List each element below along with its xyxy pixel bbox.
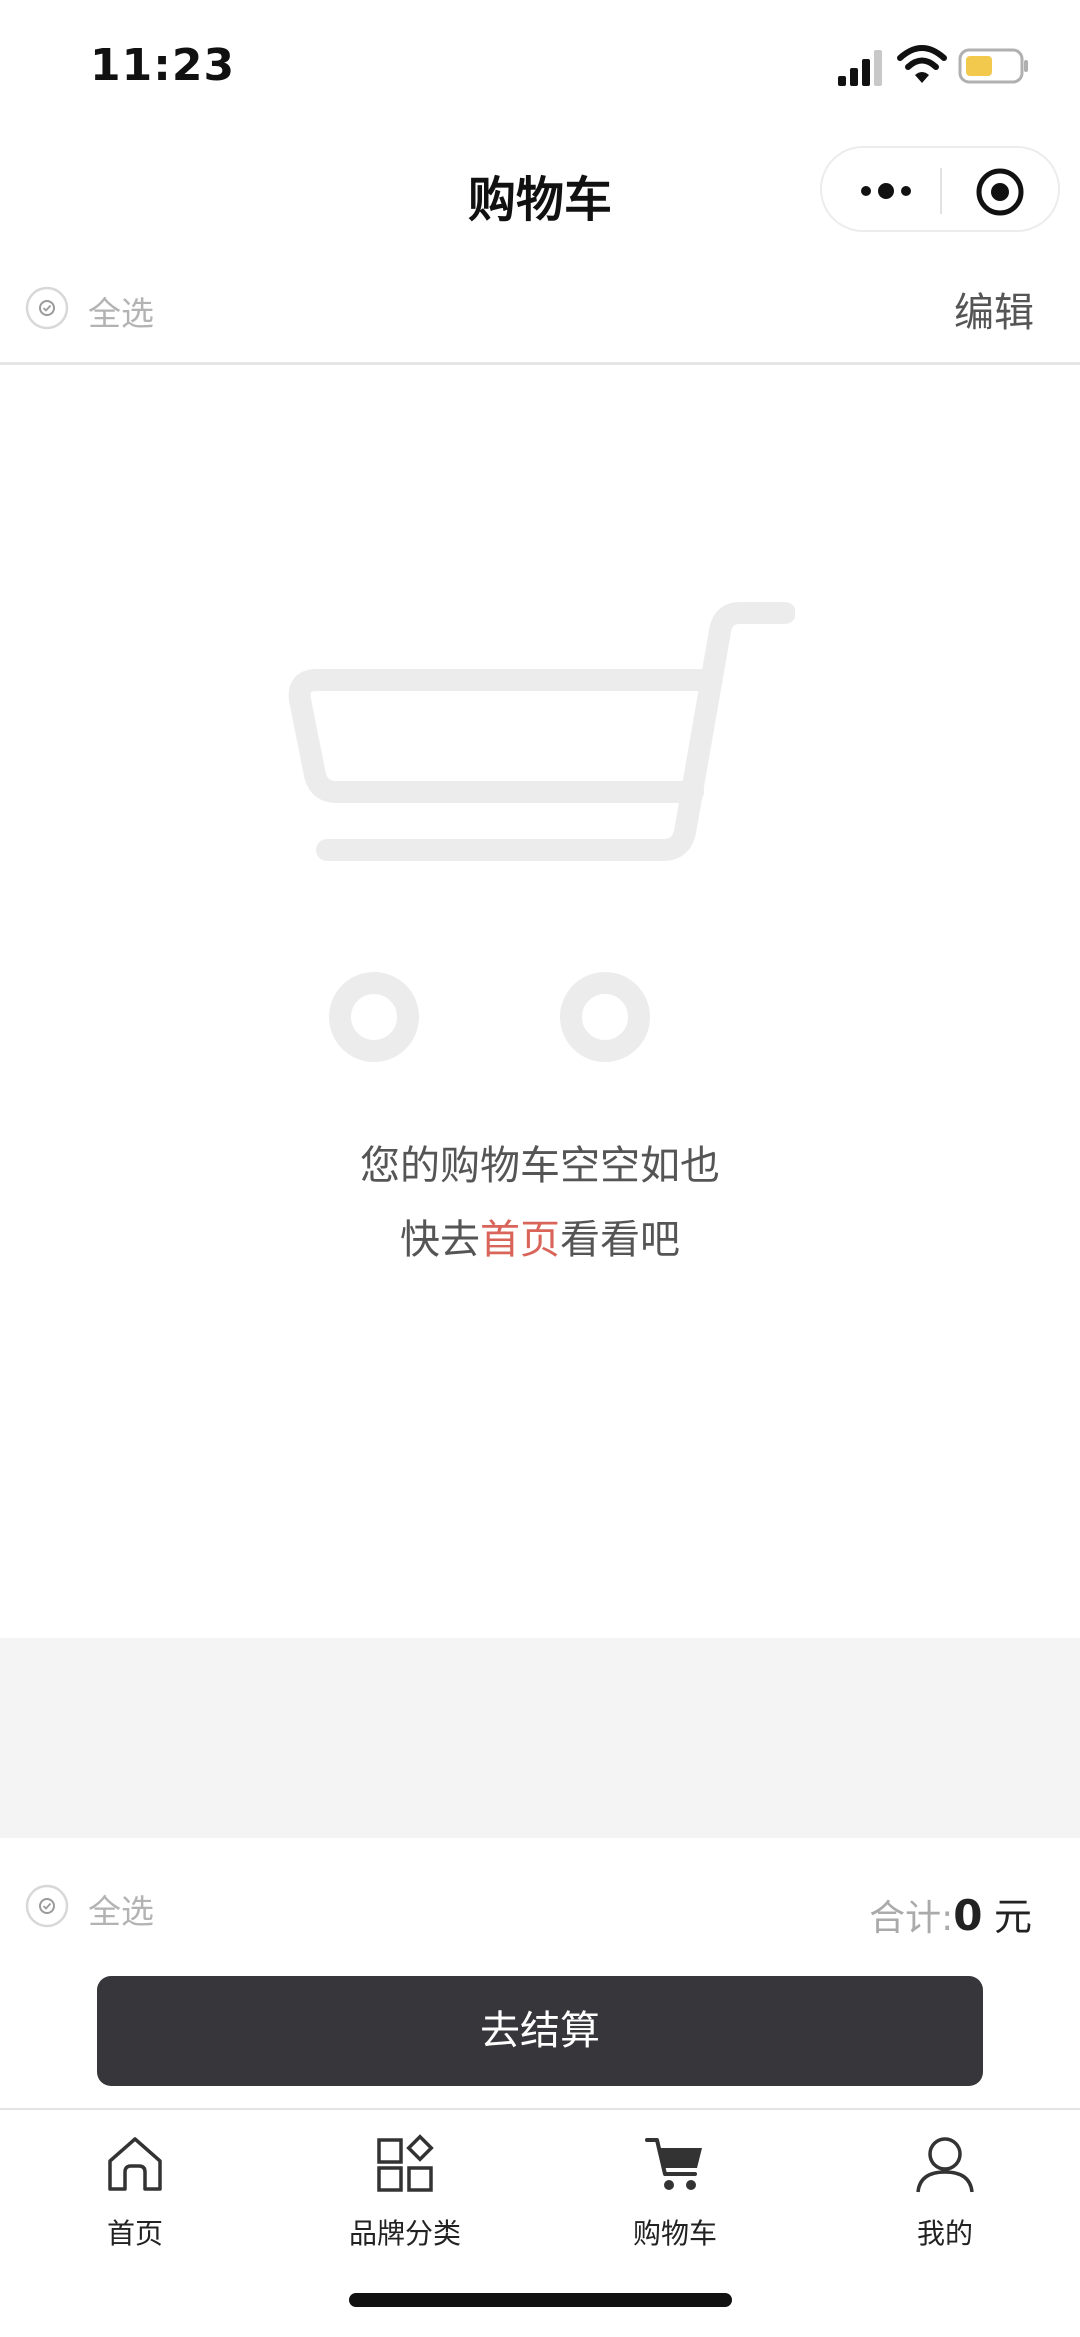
category-icon: [377, 2134, 434, 2192]
cart-page: 11:23 购物车 全选 编辑 您的购物车空空如也 快去首页看看吧 全选 合计:…: [0, 0, 1080, 2337]
tab-profile[interactable]: 我的: [810, 2124, 1080, 2264]
battery-icon: [958, 48, 1028, 84]
recommend-area: [0, 1638, 1080, 1838]
home-icon: [108, 2137, 162, 2191]
hint-prefix: 快去: [400, 1217, 480, 1263]
tab-cart[interactable]: 购物车: [540, 2124, 810, 2264]
select-bar-top: 全选 编辑: [0, 265, 1080, 365]
tab-home-label: 首页: [106, 2217, 163, 2250]
signal-icon: [838, 50, 882, 86]
cart-icon: [645, 2138, 702, 2190]
empty-cart-message: 您的购物车空空如也: [360, 1143, 720, 1189]
tab-category[interactable]: 品牌分类: [270, 2124, 540, 2264]
hint-suffix: 看看吧: [560, 1217, 680, 1263]
more-icon[interactable]: [856, 176, 916, 206]
status-time: 11:23: [90, 40, 236, 91]
wifi-icon: [897, 45, 947, 83]
bottom-select-all-label: 全选: [88, 1892, 154, 1931]
tab-profile-label: 我的: [916, 2217, 973, 2250]
tab-category-label: 品牌分类: [348, 2217, 461, 2250]
empty-cart-icon: [288, 602, 795, 1062]
bottom-select-all-checkbox[interactable]: [24, 1883, 70, 1929]
mini-program-capsule: [820, 146, 1060, 232]
total-amount: 0: [953, 1891, 983, 1940]
select-all-checkbox[interactable]: [24, 285, 70, 331]
edit-button[interactable]: 编辑: [954, 280, 1034, 338]
capsule-divider: [940, 168, 942, 214]
home-indicator: [349, 2293, 732, 2307]
nav-bar: 购物车: [0, 130, 1080, 250]
empty-cart-hint: 快去首页看看吧: [0, 1207, 1080, 1265]
user-icon: [916, 2137, 974, 2193]
checkout-button[interactable]: 去结算: [97, 1976, 983, 2086]
select-all-label: 全选: [88, 294, 154, 333]
home-link[interactable]: 首页: [480, 1217, 560, 1263]
total-label: 合计:: [869, 1898, 954, 1939]
total-unit: 元: [993, 1895, 1032, 1939]
tab-home[interactable]: 首页: [0, 2124, 270, 2264]
tab-cart-label: 购物车: [632, 2217, 717, 2250]
status-bar: 11:23: [0, 0, 1080, 130]
close-target-icon[interactable]: [974, 166, 1026, 218]
total-price: 合计:0 元: [869, 1886, 1032, 1941]
